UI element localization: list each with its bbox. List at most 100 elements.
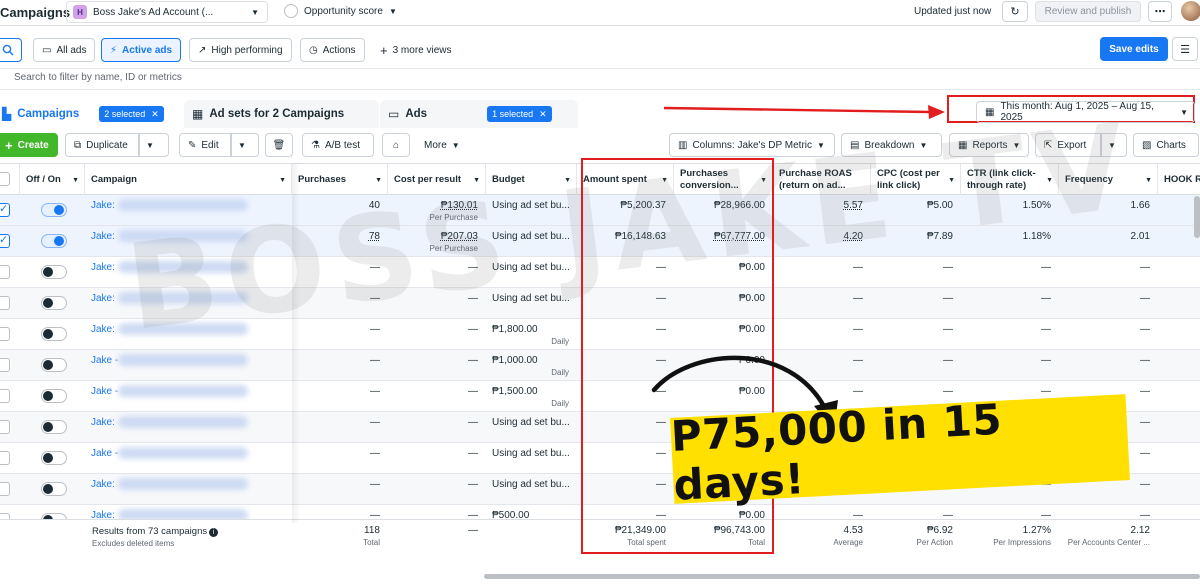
row-checkbox[interactable]: [0, 296, 10, 310]
delete-button[interactable]: 🗑: [265, 133, 293, 157]
cell-cpc: —: [871, 288, 961, 318]
select-all-checkbox[interactable]: [0, 172, 10, 186]
breakdown-button[interactable]: ▤ Breakdown ▼: [841, 133, 942, 157]
more-views-button[interactable]: + 3 more views: [372, 38, 460, 62]
account-selector[interactable]: H Boss Jake's Ad Account (... ▼: [66, 1, 268, 23]
row-checkbox[interactable]: [0, 202, 10, 217]
header-ctr[interactable]: CTR (link click-through rate) ▼: [961, 164, 1059, 195]
duplicate-dropdown[interactable]: ▼: [139, 133, 169, 157]
tab-adsets[interactable]: ▦ Ad sets for 2 Campaigns: [184, 100, 379, 128]
view-active-ads[interactable]: ⚡ Active ads: [101, 38, 182, 62]
filter-input[interactable]: [14, 72, 614, 83]
campaign-toggle[interactable]: [41, 296, 67, 310]
campaign-name-link[interactable]: Jake -: [91, 386, 118, 397]
campaign-toggle[interactable]: [41, 327, 67, 341]
reports-button[interactable]: ▦ Reports ▼: [949, 133, 1029, 157]
export-button[interactable]: ⇱ Export: [1035, 133, 1101, 157]
cell-ctr: —: [961, 257, 1059, 287]
selection-chip[interactable]: 1 selected ✕: [487, 106, 552, 122]
date-range-picker[interactable]: ▦ This month: Aug 1, 2025 – Aug 15, 2025…: [976, 101, 1195, 123]
chip-label: 2 selected: [104, 109, 146, 119]
header-off-on[interactable]: Off / On ▼: [20, 164, 85, 195]
charts-button[interactable]: ▧ Charts: [1133, 133, 1199, 157]
search-button[interactable]: [0, 38, 22, 62]
header-select-all[interactable]: [0, 164, 20, 195]
campaign-toggle[interactable]: [41, 451, 67, 465]
summary-purchases: 118 Total: [292, 520, 388, 550]
avatar[interactable]: [1181, 1, 1200, 21]
header-frequency[interactable]: Frequency ▼: [1059, 164, 1158, 195]
campaign-toggle[interactable]: [41, 203, 67, 217]
row-checkbox[interactable]: [0, 327, 10, 341]
customize-button[interactable]: ☰: [1172, 37, 1198, 61]
edit-dropdown[interactable]: ▼: [231, 133, 259, 157]
cell-purchases: 78: [292, 226, 388, 256]
cell-cpc: —: [871, 319, 961, 349]
header-purchases[interactable]: Purchases ▼: [292, 164, 388, 195]
campaign-name-link[interactable]: Jake:: [91, 293, 115, 304]
opportunity-score[interactable]: Opportunity score ▼: [284, 4, 397, 18]
row-checkbox[interactable]: [0, 451, 10, 465]
header-hook[interactable]: HOOK R: [1158, 164, 1200, 195]
trash-icon: 🗑: [272, 139, 286, 151]
horizontal-scrollbar[interactable]: [484, 574, 1200, 579]
campaign-toggle[interactable]: [41, 234, 67, 248]
campaign-toggle[interactable]: [41, 265, 67, 279]
campaign-name-link[interactable]: Jake:: [91, 262, 115, 273]
ab-test-button[interactable]: ⚗ A/B test: [302, 133, 374, 157]
gauge-icon: [284, 4, 298, 18]
campaign-toggle[interactable]: [41, 420, 67, 434]
cell-value: —: [1041, 324, 1051, 335]
cell-ctr: —: [961, 288, 1059, 318]
report-icon: ▦: [958, 139, 968, 151]
campaign-name-link[interactable]: Jake:: [91, 417, 115, 428]
campaign-name-link[interactable]: Jake -: [91, 355, 118, 366]
pencil-icon: ✎: [188, 139, 197, 151]
header-budget[interactable]: Budget ▼: [486, 164, 577, 195]
campaign-toggle[interactable]: [41, 358, 67, 372]
summary-value: 118: [364, 525, 380, 536]
campaign-toggle[interactable]: [41, 389, 67, 403]
close-icon[interactable]: ✕: [539, 109, 547, 120]
campaign-name-link[interactable]: Jake:: [91, 479, 115, 490]
summary-cpr: —: [388, 520, 486, 550]
duplicate-button[interactable]: ⧉ Duplicate: [65, 133, 139, 157]
campaign-name-link[interactable]: Jake:: [91, 200, 115, 211]
header-purchase-roas[interactable]: Purchase ROAS (return on ad...: [773, 164, 871, 195]
row-checkbox[interactable]: [0, 420, 10, 434]
campaign-name-link[interactable]: Jake:: [91, 324, 115, 335]
header-cost-per-result[interactable]: Cost per result ▼: [388, 164, 486, 195]
header-campaign[interactable]: Campaign ▼: [85, 164, 292, 195]
vertical-scrollbar[interactable]: [1194, 196, 1200, 238]
cell-value: —: [943, 324, 953, 335]
selection-chip[interactable]: 2 selected ✕: [99, 106, 164, 122]
tab-ads[interactable]: ▭ Ads 1 selected ✕: [380, 100, 578, 128]
view-actions[interactable]: ◷ Actions: [300, 38, 365, 62]
view-all-ads[interactable]: ▭ All ads: [33, 38, 96, 62]
refresh-button[interactable]: ↻: [1002, 1, 1028, 22]
tab-campaigns[interactable]: ▙ Campaigns 2 selected ✕: [0, 100, 180, 128]
more-options-button[interactable]: ⋯: [1148, 1, 1172, 22]
columns-button[interactable]: ▥ Columns: Jake's DP Metric ▼: [669, 133, 835, 157]
more-button[interactable]: More ▼: [416, 133, 468, 157]
campaign-toggle[interactable]: [41, 482, 67, 496]
save-edits-button[interactable]: Save edits: [1100, 37, 1168, 61]
info-icon[interactable]: i: [209, 528, 219, 537]
campaign-name-link[interactable]: Jake -: [91, 448, 118, 459]
cell-value: —: [370, 417, 380, 428]
row-checkbox[interactable]: [0, 358, 10, 372]
campaign-name-link[interactable]: Jake:: [91, 231, 115, 242]
create-button[interactable]: + Create: [0, 133, 58, 157]
close-icon[interactable]: ✕: [151, 109, 159, 120]
chart-icon: ▧: [1142, 139, 1152, 151]
review-publish-button[interactable]: Review and publish: [1035, 1, 1141, 22]
row-checkbox[interactable]: [0, 482, 10, 496]
view-high-performing[interactable]: ↗ High performing: [189, 38, 292, 62]
row-checkbox[interactable]: [0, 265, 10, 279]
edit-button[interactable]: ✎ Edit: [179, 133, 231, 157]
export-dropdown[interactable]: ▼: [1101, 133, 1127, 157]
tag-button[interactable]: ⌂: [382, 133, 410, 157]
row-checkbox[interactable]: [0, 233, 10, 248]
row-checkbox[interactable]: [0, 389, 10, 403]
header-cpc[interactable]: CPC (cost per link click) ▼: [871, 164, 961, 195]
